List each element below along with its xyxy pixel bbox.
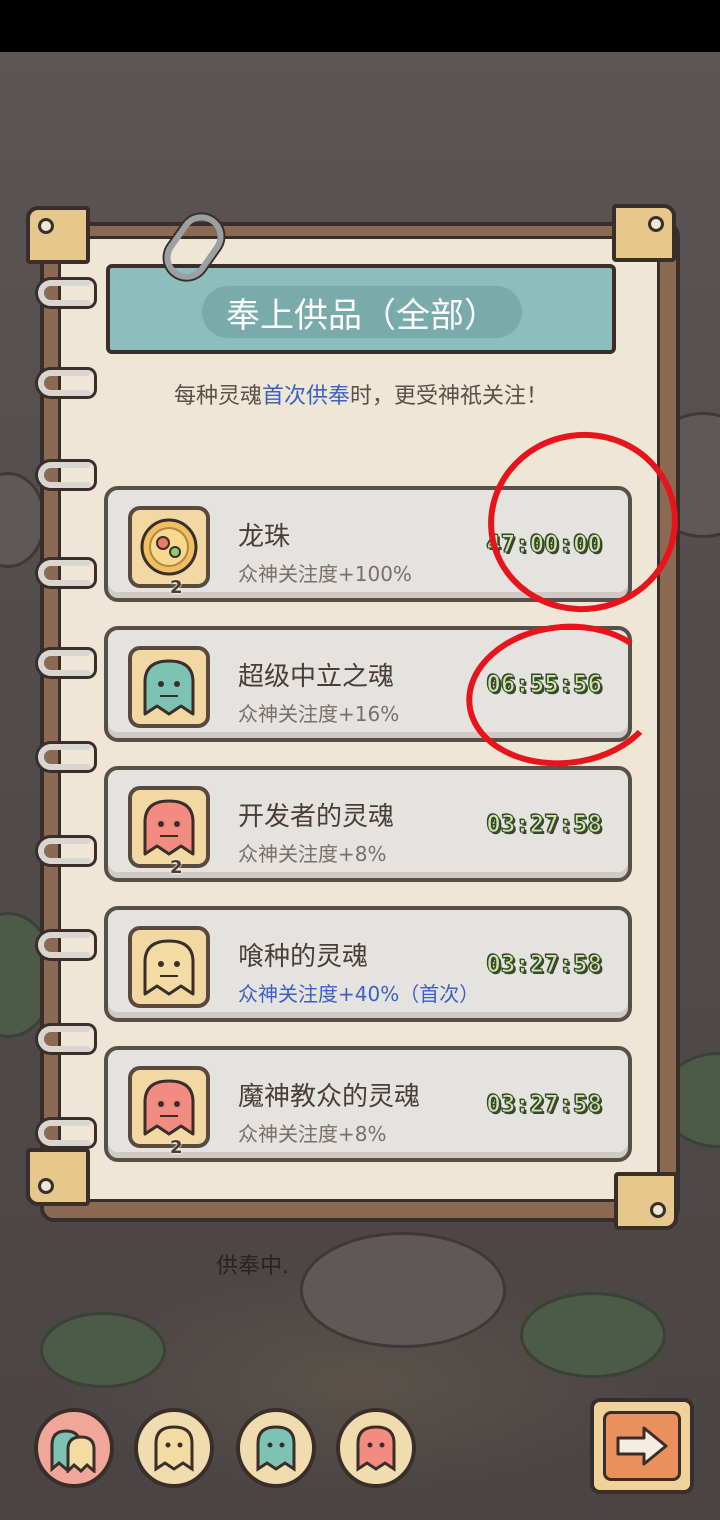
right-arrow-icon [616, 1426, 668, 1466]
next-button[interactable] [590, 1398, 694, 1494]
subtitle-highlight: 首次供奉 [261, 384, 350, 409]
binder-ring [38, 838, 94, 864]
binder-ring [38, 280, 94, 306]
corner-bracket [26, 206, 90, 264]
teal-ghost-icon [256, 1425, 296, 1472]
red-ghost-icon [143, 799, 195, 856]
offering-row[interactable]: 2 开发者的灵魂众神关注度+8% 03:27:58 [104, 766, 632, 882]
binder-ring [38, 370, 94, 396]
offering-row[interactable]: 喰种的灵魂众神关注度+40%（首次） 03:27:58 [104, 906, 632, 1022]
item-count: 2 [170, 577, 183, 598]
binder-ring [38, 932, 94, 958]
offering-icon-box [128, 646, 210, 728]
red-ghost-icon [356, 1425, 396, 1472]
all-ghosts-icon [50, 1429, 96, 1473]
offering-timer: 03:27:58 [486, 810, 603, 839]
corner-bracket [612, 204, 676, 262]
filter-all-button[interactable] [34, 1408, 114, 1488]
offering-name: 喰种的灵魂 [238, 942, 369, 972]
status-bar [0, 0, 720, 52]
filter-red-ghost-button[interactable] [336, 1408, 416, 1488]
binder-ring [38, 650, 94, 676]
binder-ring [38, 560, 94, 586]
offering-icon-box [128, 926, 210, 1008]
offering-name: 魔神教众的灵魂 [238, 1082, 421, 1112]
teal-ghost-icon [143, 659, 195, 716]
cream-ghost-icon [154, 1425, 194, 1472]
offering-bonus: 众神关注度+8% [238, 842, 387, 866]
binder-ring [38, 1120, 94, 1146]
binder-ring [38, 1026, 94, 1052]
item-count: 2 [170, 1137, 183, 1158]
red-ghost-icon [143, 1079, 195, 1136]
panel-title: 奉上供品（全部） [202, 286, 522, 338]
item-count: 2 [170, 857, 183, 878]
offering-bonus: 众神关注度+16% [238, 702, 400, 726]
panel-subtitle: 每种灵魂首次供奉时，更受神祇关注！ [173, 384, 549, 409]
cream-ghost-icon [143, 939, 195, 996]
offering-row[interactable]: 2 魔神教众的灵魂众神关注度+8% 03:27:58 [104, 1046, 632, 1162]
offering-icon-box: 2 [128, 506, 210, 598]
corner-bracket [614, 1172, 678, 1230]
status-text: 供奉中. [216, 1254, 289, 1279]
offering-bonus: 众神关注度+40%（首次） [238, 982, 480, 1006]
offering-bonus: 众神关注度+100% [238, 562, 412, 586]
offering-icon-box: 2 [128, 1066, 210, 1158]
filter-cream-ghost-button[interactable] [134, 1408, 214, 1488]
corner-bracket [26, 1148, 90, 1206]
binder-ring [38, 462, 94, 488]
dragon-orb-icon [140, 518, 198, 576]
offering-timer: 03:27:58 [486, 1090, 603, 1119]
offering-bonus: 众神关注度+8% [238, 1122, 387, 1146]
offering-icon-box: 2 [128, 786, 210, 878]
offering-name: 龙珠 [238, 522, 291, 552]
offering-timer: 03:27:58 [486, 950, 603, 979]
filter-teal-ghost-button[interactable] [236, 1408, 316, 1488]
binder-ring [38, 744, 94, 770]
offering-name: 开发者的灵魂 [238, 802, 395, 832]
offering-name: 超级中立之魂 [238, 662, 395, 692]
